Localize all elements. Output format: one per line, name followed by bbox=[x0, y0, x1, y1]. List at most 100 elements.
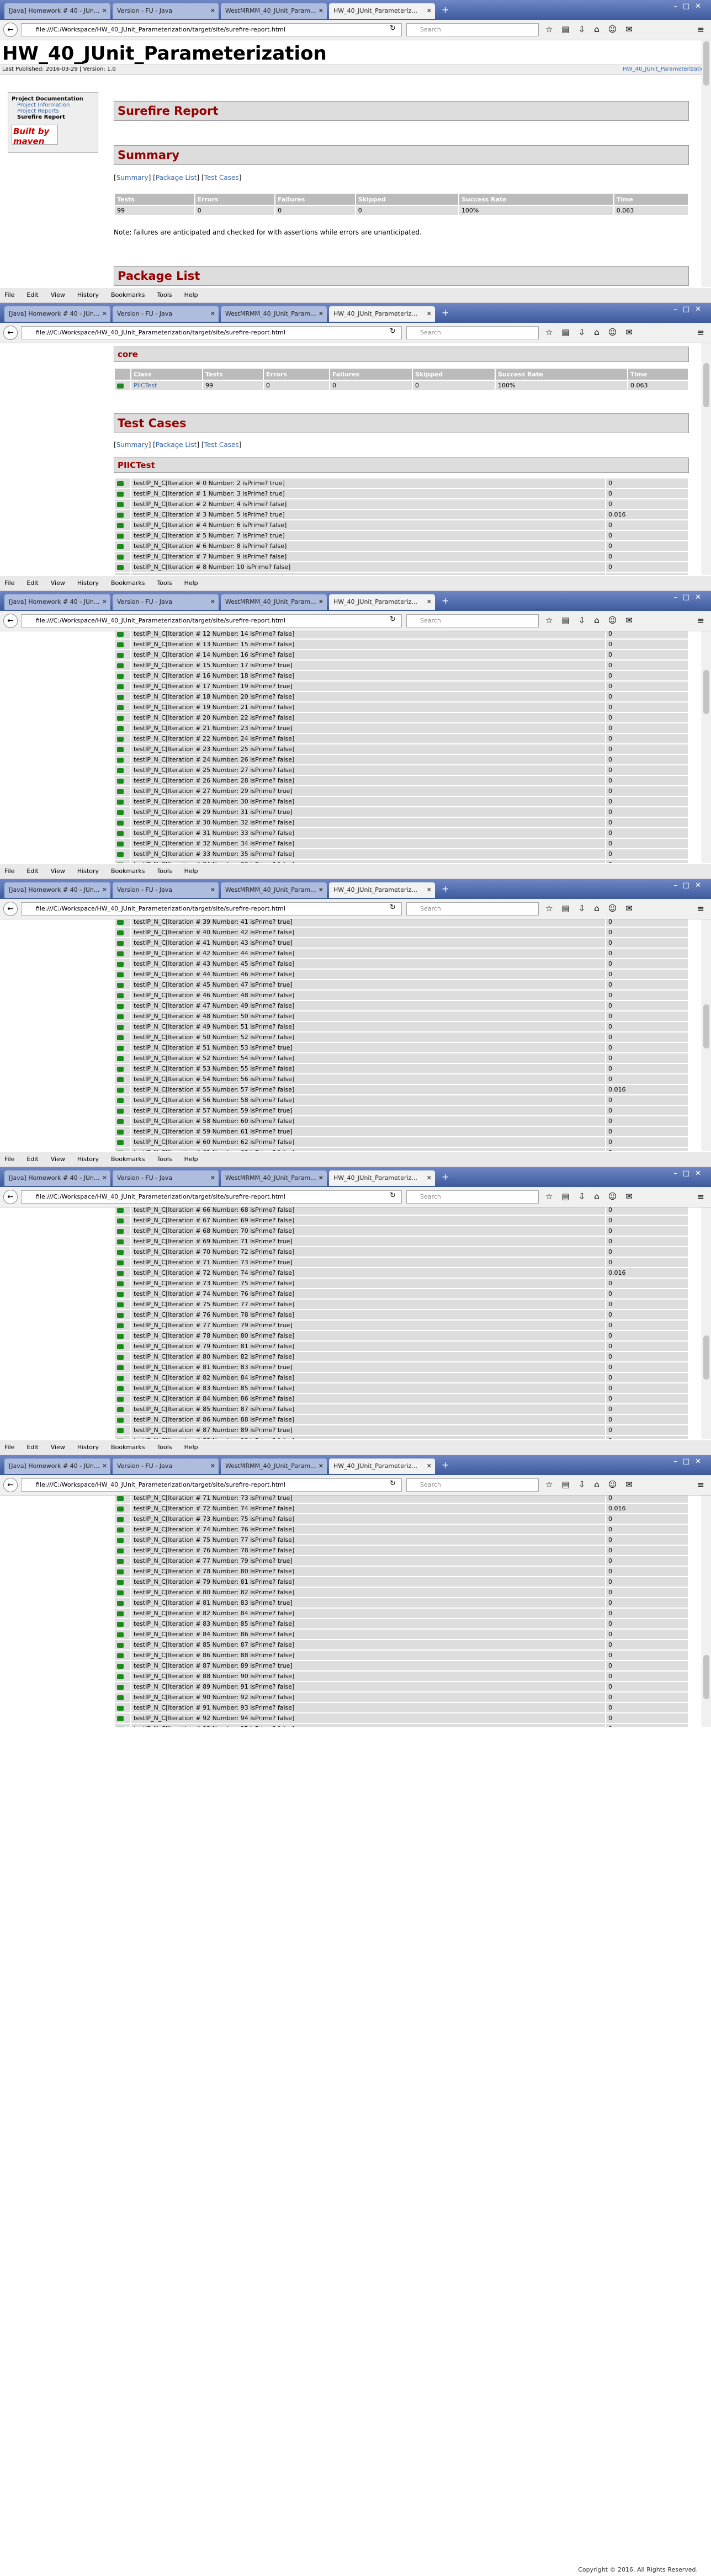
search-input[interactable]: Search bbox=[406, 614, 539, 627]
menu-item[interactable]: Bookmarks bbox=[111, 1156, 145, 1163]
search-input[interactable]: Search bbox=[406, 902, 539, 916]
window-controls[interactable]: –□✕ bbox=[673, 1169, 707, 1178]
new-tab-icon[interactable]: + bbox=[442, 4, 449, 15]
close-icon[interactable]: ✕ bbox=[427, 594, 432, 610]
close-icon[interactable]: ✕ bbox=[210, 882, 215, 898]
browser-tab[interactable]: [Java] Homework # 40 - JUn... ✕ bbox=[4, 1459, 110, 1474]
close-icon[interactable]: ✕ bbox=[210, 1459, 215, 1474]
browser-tab[interactable]: [Java] Homework # 40 - JUn... ✕ bbox=[4, 1170, 110, 1186]
back-arrow-icon[interactable]: ← bbox=[3, 902, 18, 916]
close-icon[interactable]: ✕ bbox=[319, 1459, 323, 1474]
menu-item[interactable]: Help bbox=[184, 867, 198, 875]
nav-item-project-information[interactable]: Project Information bbox=[12, 102, 94, 108]
scrollbar-thumb[interactable] bbox=[703, 1335, 709, 1380]
hamburger-menu-icon[interactable]: ≡ bbox=[697, 1191, 704, 1202]
menu-item[interactable]: View bbox=[51, 1444, 65, 1451]
close-icon[interactable]: ✕ bbox=[210, 3, 215, 19]
menu-item[interactable]: Bookmarks bbox=[111, 579, 145, 587]
new-tab-icon[interactable]: + bbox=[442, 1172, 449, 1182]
menu-item[interactable]: Edit bbox=[26, 579, 38, 587]
browser-tab[interactable]: Version - FU - Java ✕ bbox=[113, 1170, 219, 1186]
window-controls[interactable]: –□✕ bbox=[673, 593, 707, 602]
url-bar[interactable]: file:///C:/Workspace/HW_40_JUnit_Paramet… bbox=[21, 1190, 402, 1204]
scrollbar[interactable] bbox=[702, 40, 711, 287]
browser-tab[interactable]: [Java] Homework # 40 - JUn... ✕ bbox=[4, 882, 110, 898]
menu-item[interactable]: Help bbox=[184, 291, 198, 299]
menu-item[interactable]: View bbox=[51, 579, 65, 587]
hamburger-menu-icon[interactable]: ≡ bbox=[697, 327, 704, 338]
toolbar-icons[interactable]: ☆▤⇩⌂☺✉ bbox=[545, 615, 641, 625]
nav-item-project-reports[interactable]: Project Reports bbox=[12, 108, 94, 114]
close-icon[interactable]: ✕ bbox=[427, 1459, 432, 1474]
menu-item[interactable]: File bbox=[4, 291, 14, 299]
menu-item[interactable]: History bbox=[77, 579, 99, 587]
scrollbar-thumb[interactable] bbox=[703, 1655, 709, 1699]
menu-item[interactable]: Help bbox=[184, 1156, 198, 1163]
reload-icon[interactable]: ↻ bbox=[390, 1191, 396, 1200]
new-tab-icon[interactable]: + bbox=[442, 595, 449, 606]
menu-item[interactable]: File bbox=[4, 1444, 14, 1451]
search-input[interactable]: Search bbox=[406, 1190, 539, 1204]
close-icon[interactable]: ✕ bbox=[102, 594, 107, 610]
browser-tab[interactable]: Version - FU - Java ✕ bbox=[113, 306, 219, 322]
close-icon[interactable]: ✕ bbox=[210, 306, 215, 322]
search-input[interactable]: Search bbox=[406, 23, 539, 36]
menu-item[interactable]: File bbox=[4, 867, 14, 875]
back-arrow-icon[interactable]: ← bbox=[3, 1478, 18, 1492]
browser-tab[interactable]: Version - FU - Java ✕ bbox=[113, 882, 219, 898]
browser-tab[interactable]: [Java] Homework # 40 - JUn... ✕ bbox=[4, 594, 110, 610]
menu-item[interactable]: View bbox=[51, 867, 65, 875]
reload-icon[interactable]: ↻ bbox=[390, 1479, 396, 1488]
reload-icon[interactable]: ↻ bbox=[390, 24, 396, 33]
scrollbar[interactable] bbox=[702, 1495, 711, 1727]
menu-item[interactable]: View bbox=[51, 1156, 65, 1163]
package-list-link[interactable]: Package List bbox=[156, 441, 197, 449]
menu-item[interactable]: Bookmarks bbox=[111, 867, 145, 875]
browser-tab[interactable]: [Java] Homework # 40 - JUn... ✕ bbox=[4, 306, 110, 322]
menu-item[interactable]: Tools bbox=[157, 579, 172, 587]
close-icon[interactable]: ✕ bbox=[319, 594, 323, 610]
menu-item[interactable]: Edit bbox=[26, 1444, 38, 1451]
close-icon[interactable]: ✕ bbox=[427, 882, 432, 898]
reload-icon[interactable]: ↻ bbox=[390, 903, 396, 912]
menu-item[interactable]: Tools bbox=[157, 1156, 172, 1163]
close-icon[interactable]: ✕ bbox=[102, 882, 107, 898]
back-arrow-icon[interactable]: ← bbox=[3, 23, 18, 37]
browser-tab[interactable]: HW_40_JUnit_Parameteriz... ✕ bbox=[329, 306, 435, 322]
close-icon[interactable]: ✕ bbox=[319, 306, 323, 322]
browser-tab[interactable]: HW_40_JUnit_Parameteriz... ✕ bbox=[329, 1459, 435, 1474]
reload-icon[interactable]: ↻ bbox=[390, 615, 396, 624]
class-link[interactable]: PIICTest bbox=[131, 381, 202, 390]
hamburger-menu-icon[interactable]: ≡ bbox=[697, 24, 704, 35]
browser-tab[interactable]: HW_40_JUnit_Parameteriz... ✕ bbox=[329, 882, 435, 898]
url-bar[interactable]: file:///C:/Workspace/HW_40_JUnit_Paramet… bbox=[21, 23, 402, 36]
close-icon[interactable]: ✕ bbox=[210, 1170, 215, 1186]
back-arrow-icon[interactable]: ← bbox=[3, 1190, 18, 1204]
test-cases-link[interactable]: Test Cases bbox=[204, 441, 239, 449]
browser-tab[interactable]: Version - FU - Java ✕ bbox=[113, 3, 219, 19]
toolbar-icons[interactable]: ☆▤⇩⌂☺✉ bbox=[545, 24, 641, 34]
close-icon[interactable]: ✕ bbox=[102, 1459, 107, 1474]
scrollbar[interactable] bbox=[702, 631, 711, 863]
menu-item[interactable]: Edit bbox=[26, 867, 38, 875]
summary-link[interactable]: Summary bbox=[116, 441, 148, 449]
browser-tab[interactable]: Version - FU - Java ✕ bbox=[113, 1459, 219, 1474]
url-bar[interactable]: file:///C:/Workspace/HW_40_JUnit_Paramet… bbox=[21, 326, 402, 339]
menu-item[interactable]: Bookmarks bbox=[111, 291, 145, 299]
close-icon[interactable]: ✕ bbox=[427, 1170, 432, 1186]
menu-item[interactable]: Tools bbox=[157, 291, 172, 299]
browser-tab[interactable]: HW_40_JUnit_Parameteriz... ✕ bbox=[329, 3, 435, 19]
summary-link[interactable]: Summary bbox=[116, 174, 148, 182]
project-link[interactable]: HW_40_JUnit_Parameterization bbox=[623, 65, 708, 74]
new-tab-icon[interactable]: + bbox=[442, 307, 449, 318]
scrollbar[interactable] bbox=[702, 343, 711, 575]
hamburger-menu-icon[interactable]: ≡ bbox=[697, 1479, 704, 1490]
menu-item[interactable]: Help bbox=[184, 579, 198, 587]
close-icon[interactable]: ✕ bbox=[319, 1170, 323, 1186]
browser-tab[interactable]: Version - FU - Java ✕ bbox=[113, 594, 219, 610]
menu-item[interactable]: Help bbox=[184, 1444, 198, 1451]
scrollbar-thumb[interactable] bbox=[703, 41, 709, 86]
new-tab-icon[interactable]: + bbox=[442, 1460, 449, 1470]
hamburger-menu-icon[interactable]: ≡ bbox=[697, 903, 704, 914]
browser-tab[interactable]: WestMRMM_40_JUnit_Param... ✕ bbox=[221, 594, 327, 610]
